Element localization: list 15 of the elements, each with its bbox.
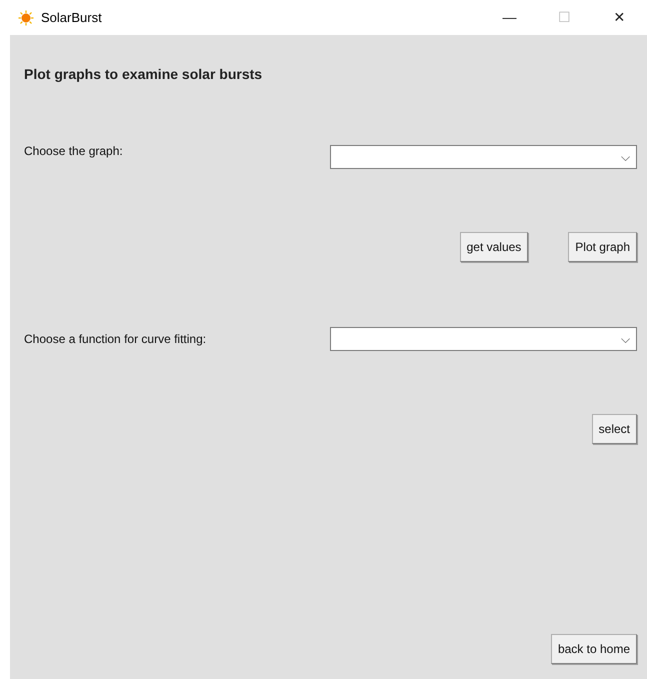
window-title: SolarBurst	[41, 8, 102, 27]
chevron-icon: ⌵	[621, 330, 630, 348]
action-button[interactable]: get values	[460, 232, 528, 262]
action-button[interactable]: Plot graph	[568, 232, 637, 262]
graph-dropdown[interactable]: ⌵	[330, 145, 637, 169]
sun-icon	[18, 10, 34, 26]
chevron-icon: ⌵	[621, 148, 630, 166]
field-label: Choose a function for curve fitting:	[24, 331, 206, 348]
close-button[interactable]: ✕	[592, 7, 647, 28]
function-dropdown[interactable]: ⌵	[330, 327, 637, 351]
action-button[interactable]: select	[592, 414, 637, 444]
minimize-button[interactable]: —	[482, 7, 537, 28]
field-label: Choose the graph:	[24, 143, 123, 160]
heading: Plot graphs to examine solar bursts	[24, 65, 264, 84]
action-button[interactable]: back to home	[550, 634, 637, 664]
